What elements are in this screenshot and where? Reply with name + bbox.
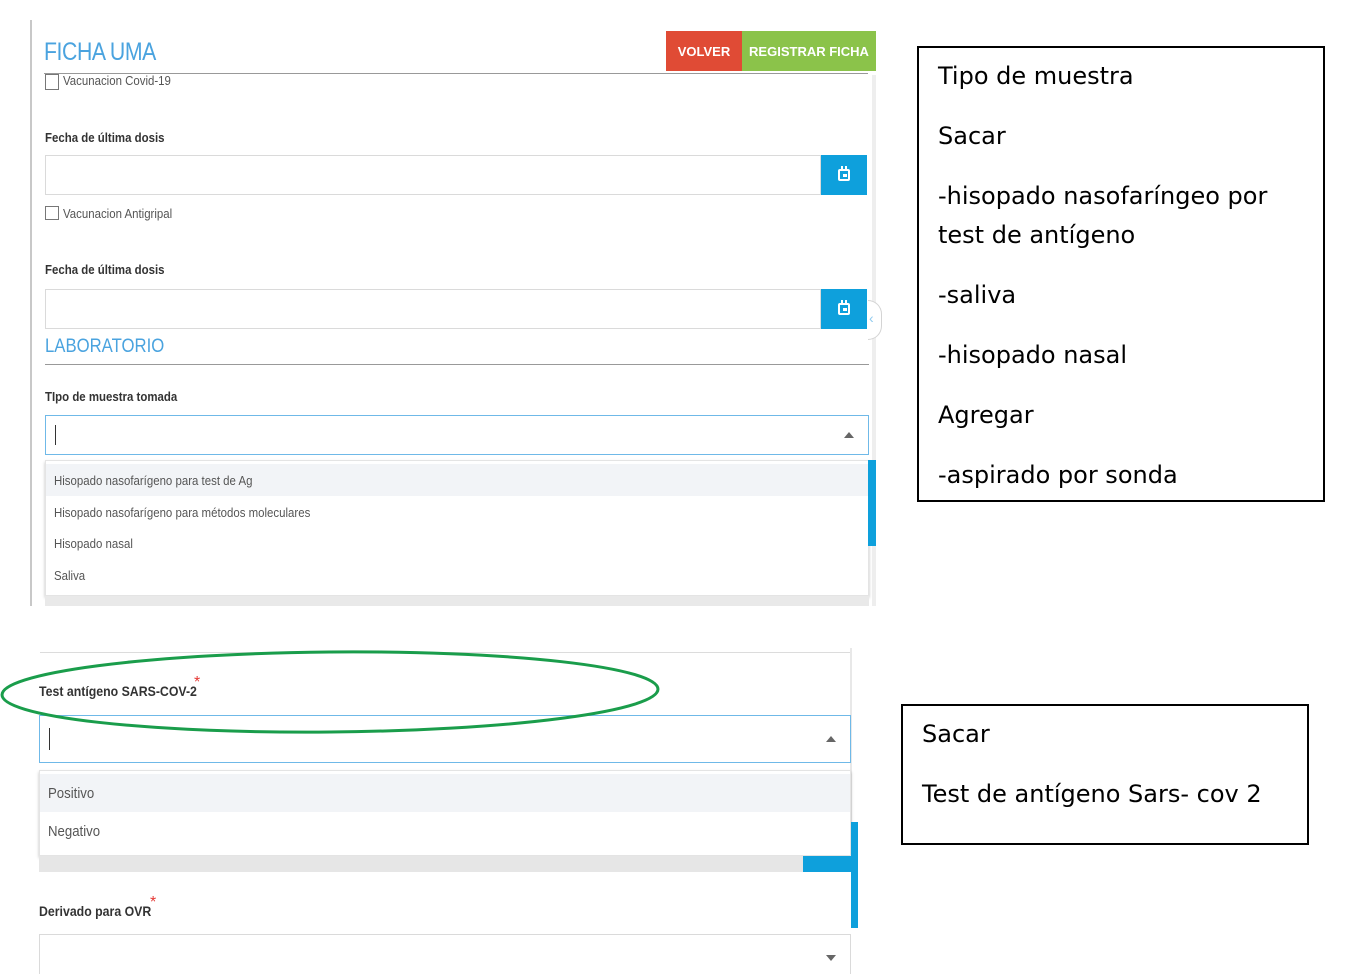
note-line: test de antígeno: [938, 221, 1136, 249]
section-divider: [45, 364, 869, 365]
required-mark: *: [150, 894, 157, 911]
dropdown-footer: [45, 596, 869, 606]
note-line: Tipo de muestra: [938, 62, 1134, 90]
antigen-option-negativo[interactable]: Negativo: [40, 812, 850, 850]
sample-type-dropdown: Hisopado nasofarígeno para test de Ag Hi…: [45, 460, 869, 596]
flu-last-dose-input[interactable]: [45, 289, 821, 329]
sample-type-label: TIpo de muestra tomada: [45, 389, 178, 404]
flu-vaccine-checkbox[interactable]: [45, 206, 59, 220]
page-title: FICHA UMA: [44, 38, 156, 66]
sample-option[interactable]: Hisopado nasofarígeno para métodos molec…: [46, 496, 868, 528]
collapse-chevron-icon[interactable]: [868, 300, 882, 340]
sample-type-note: Tipo de muestra Sacar -hisopado nasofarí…: [917, 46, 1325, 502]
note-line: Sacar: [938, 122, 1006, 150]
chevron-up-icon[interactable]: [844, 432, 854, 438]
covid-vaccine-checkbox[interactable]: [45, 74, 59, 90]
ovr-select[interactable]: [39, 934, 851, 974]
text-caret: [55, 425, 56, 445]
flu-vaccine-label: Vacunacion Antigripal: [63, 206, 173, 221]
blue-button-fragment[interactable]: [803, 856, 851, 872]
chevron-down-icon[interactable]: [826, 955, 836, 961]
sample-option[interactable]: Saliva: [46, 559, 868, 591]
dropdown-scrollbar[interactable]: [868, 460, 876, 546]
covid-date-picker-button[interactable]: [821, 155, 867, 195]
laboratorio-section-title: LABORATORIO: [45, 336, 165, 357]
volver-button[interactable]: VOLVER: [666, 31, 742, 71]
last-dose-label-2: Fecha de última dosis: [45, 262, 165, 277]
note-line: -hisopado nasal: [938, 341, 1128, 369]
dropdown-footer: [39, 856, 803, 872]
highlight-ellipse: [0, 650, 660, 734]
note-line: -aspirado por sonda: [938, 461, 1178, 489]
note-line: Test de antígeno Sars- cov 2: [922, 780, 1262, 808]
note-line: -saliva: [938, 281, 1017, 309]
sample-type-select[interactable]: [45, 415, 869, 455]
covid-last-dose-input[interactable]: [45, 155, 821, 195]
chevron-up-icon[interactable]: [826, 736, 836, 742]
sample-option[interactable]: Hisopado nasofarígeno para test de Ag: [46, 464, 868, 496]
flu-date-picker-button[interactable]: [821, 289, 867, 329]
ovr-label: Derivado para OVR: [39, 903, 152, 919]
registrar-ficha-button[interactable]: REGISTRAR FICHA: [742, 31, 876, 71]
ficha-uma-panel: FICHA UMA VOLVER REGISTRAR FICHA Vacunac…: [30, 20, 876, 606]
last-dose-label: Fecha de última dosis: [45, 130, 165, 145]
calendar-icon: [838, 300, 850, 315]
antigen-test-dropdown: Positivo Negativo: [39, 770, 851, 856]
note-line: -hisopado nasofaríngeo por: [938, 182, 1268, 210]
antigen-note: Sacar Test de antígeno Sars- cov 2: [901, 704, 1309, 845]
note-line: Sacar: [922, 720, 990, 748]
antigen-option-positivo[interactable]: Positivo: [40, 774, 850, 812]
sample-option[interactable]: Hisopado nasal: [46, 527, 868, 559]
note-line: Agregar: [938, 401, 1034, 429]
covid-vaccine-label: Vacunacion Covid-19: [63, 73, 171, 88]
dropdown-scrollbar[interactable]: [851, 822, 858, 928]
calendar-icon: [838, 166, 850, 181]
